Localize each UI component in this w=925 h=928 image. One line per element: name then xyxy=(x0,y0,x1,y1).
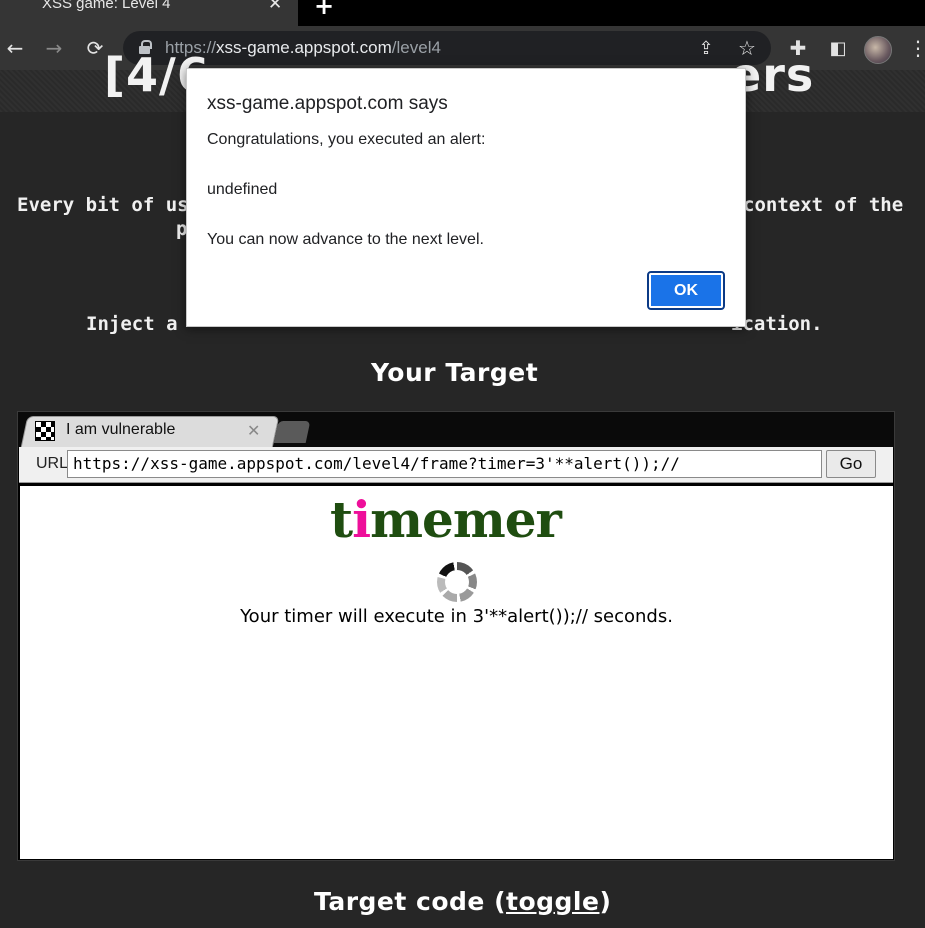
url-input[interactable]: https://xss-game.appspot.com/level4/fram… xyxy=(67,450,822,478)
description-line1-right: context of the xyxy=(743,194,904,216)
timer-message: Your timer will execute in 3'**alert());… xyxy=(240,606,673,627)
address-bar[interactable]: https://xss-game.appspot.com/level4 ⇪ ☆ xyxy=(123,31,771,65)
inner-tab-title: I am vulnerable xyxy=(66,421,176,438)
tab-strip: XSS game: Level 4 ✕ + xyxy=(0,0,925,26)
url-label: URL xyxy=(36,455,69,472)
dialog-message-line3: You can now advance to the next level. xyxy=(207,231,484,248)
ok-button[interactable]: OK xyxy=(647,271,725,310)
your-target-heading: Your Target xyxy=(371,358,539,387)
go-button[interactable]: Go xyxy=(826,450,876,478)
browser-tab[interactable]: XSS game: Level 4 ✕ xyxy=(0,0,298,26)
timemer-logo: timemer xyxy=(330,490,562,549)
avatar[interactable] xyxy=(864,36,892,64)
dialog-origin: xss-game.appspot.com says xyxy=(207,93,448,114)
browser-tab-title: XSS game: Level 4 xyxy=(42,0,171,12)
new-tab-icon[interactable]: + xyxy=(314,0,334,20)
tab-close-icon[interactable]: ✕ xyxy=(268,0,282,14)
target-code-heading: Target code (toggle) xyxy=(314,887,612,916)
dialog-message-line1: Congratulations, you executed an alert: xyxy=(207,131,486,148)
alert-dialog: xss-game.appspot.com says Congratulation… xyxy=(186,68,746,327)
back-icon[interactable]: ← xyxy=(2,35,28,61)
menu-icon[interactable]: ⋮ xyxy=(905,35,925,61)
sidepanel-icon[interactable]: ◧ xyxy=(825,35,851,61)
toggle-link[interactable]: toggle xyxy=(506,887,599,916)
mission-line-left: Inject a xyxy=(86,313,178,335)
loading-spinner-icon xyxy=(437,562,477,602)
share-icon[interactable]: ⇪ xyxy=(693,35,719,61)
dialog-message-line2: undefined xyxy=(207,181,278,198)
inner-new-tab[interactable] xyxy=(273,421,311,443)
favicon-icon xyxy=(35,421,55,441)
description-line1-left: Every bit of use xyxy=(17,194,201,216)
inner-tab-close-icon[interactable]: ✕ xyxy=(247,421,260,440)
forward-icon[interactable]: → xyxy=(41,35,67,61)
